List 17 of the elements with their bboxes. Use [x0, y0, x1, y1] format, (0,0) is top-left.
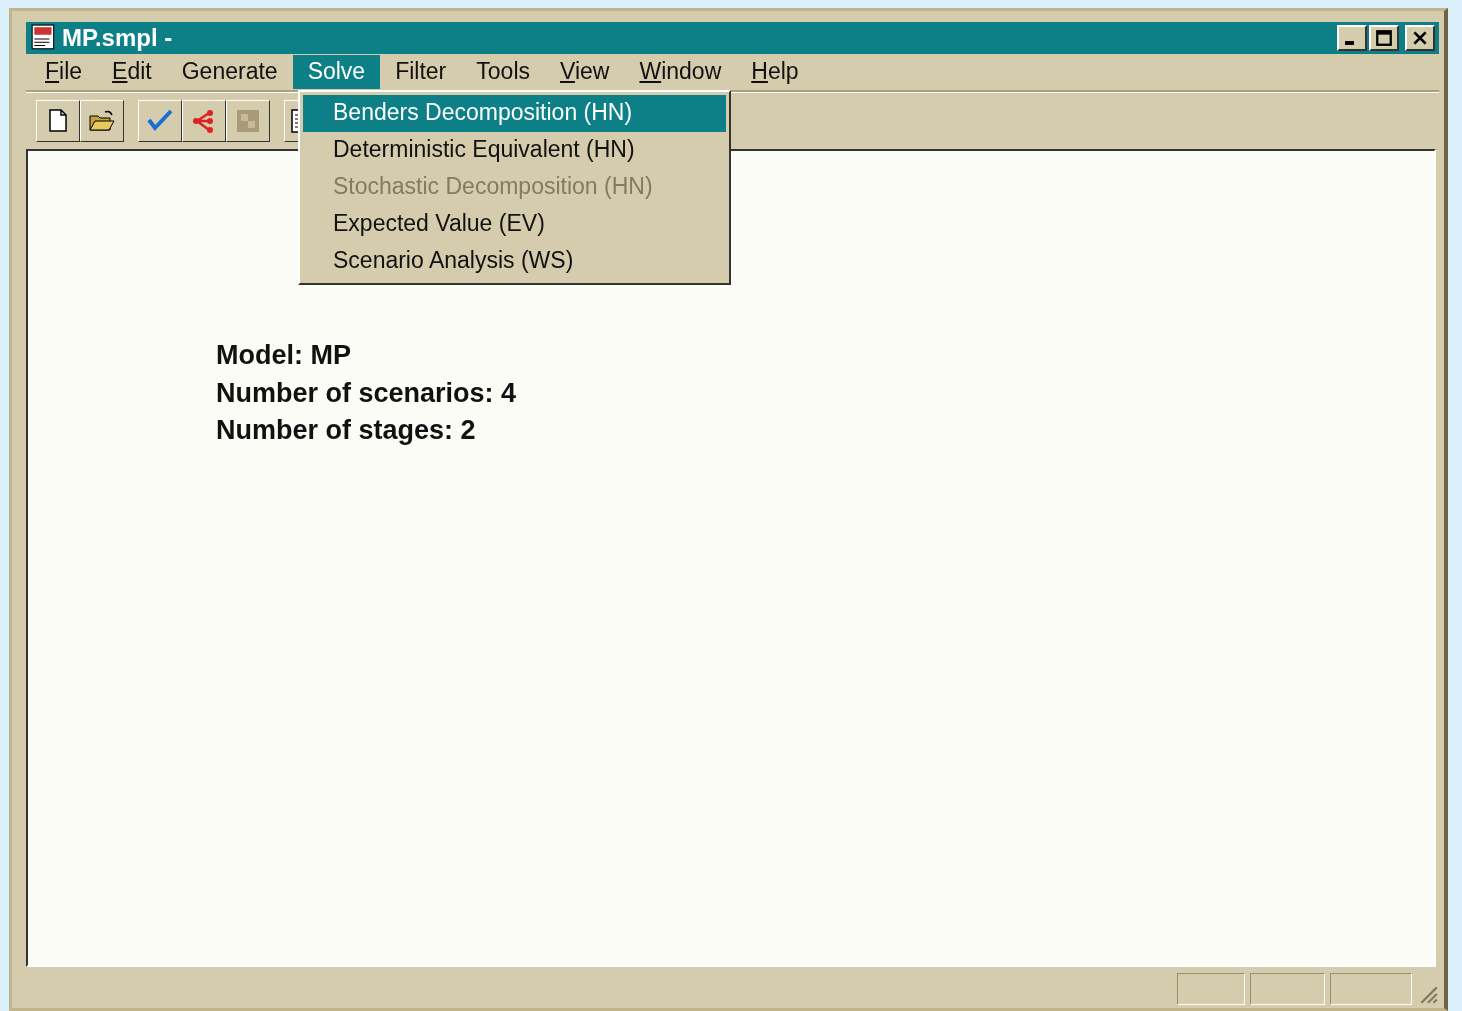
- menu-item[interactable]: File: [30, 55, 98, 89]
- menu-item[interactable]: Filter: [380, 55, 462, 89]
- menu-item[interactable]: Edit: [97, 55, 167, 89]
- menu-option[interactable]: Deterministic Equivalent (HN): [303, 132, 726, 169]
- menu-item[interactable]: Tools: [461, 55, 545, 89]
- info-line: Number of scenarios: 4: [216, 376, 518, 410]
- menu-item[interactable]: Window: [624, 55, 737, 89]
- menu-option[interactable]: Benders Decomposition (HN): [303, 95, 726, 132]
- menu-item[interactable]: Solve: [292, 55, 381, 89]
- menu-option[interactable]: Scenario Analysis (WS): [303, 243, 726, 280]
- info-line: Number of stages: 2: [216, 414, 477, 447]
- menu-item[interactable]: Help: [736, 55, 814, 89]
- info-line: Model: MP: [216, 339, 352, 372]
- menu-item[interactable]: View: [545, 55, 625, 89]
- menu-item[interactable]: Generate: [166, 55, 293, 89]
- window-title: MP.smpl -: [62, 24, 174, 52]
- menu-option[interactable]: Expected Value (EV): [303, 206, 726, 243]
